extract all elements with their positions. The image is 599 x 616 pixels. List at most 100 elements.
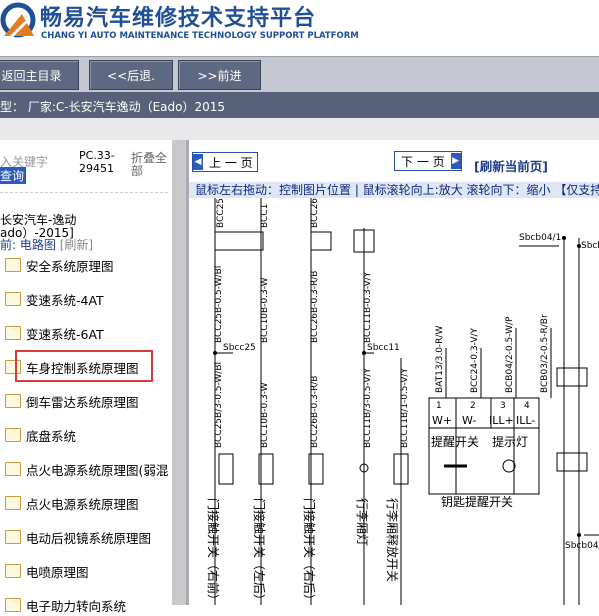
current-prefix: 前: — [0, 238, 20, 252]
switch-title: 钥匙提醒开关 — [441, 494, 513, 509]
back-button[interactable]: <<后退. — [89, 60, 173, 90]
door-switch-label: 门接触开关（右前） — [206, 498, 221, 605]
wire-label: BCC11B-0.3-V/Y — [363, 271, 373, 343]
tree-item-efi[interactable]: 电喷原理图 — [0, 560, 89, 582]
right-arrow-icon: ▶ — [450, 153, 461, 169]
forward-button[interactable]: >>前进 — [178, 60, 261, 90]
folder-icon — [5, 394, 21, 408]
tree-item-label: 点火电源系统原理图 — [26, 496, 139, 512]
tree-item-label: 底盘系统 — [26, 428, 77, 444]
folder-icon — [5, 530, 21, 544]
folder-icon — [5, 292, 21, 306]
folder-icon — [5, 462, 21, 476]
tree-item-label: 电动后视镜系统原理图 — [26, 530, 152, 546]
tree-item-ignition[interactable]: 点火电源系统原理图 — [0, 492, 139, 514]
folder-icon — [5, 258, 21, 272]
table-header: ILL+ — [489, 414, 514, 427]
left-arrow-icon: ◀ — [193, 154, 203, 170]
prev-page-label: 上 一 页 — [209, 155, 253, 170]
refresh-page-link[interactable]: [刷新当前页] — [474, 156, 548, 175]
door-switch-label: 门接触开关（左后） — [252, 498, 267, 605]
home-button[interactable]: 返回主目录 — [0, 60, 79, 90]
brand-title: 畅易汽车维修技术支持平台 — [40, 6, 317, 31]
tree-item-parking-radar[interactable]: 倒车雷达系统原理图 — [0, 390, 139, 412]
tree-item-power-mirror[interactable]: 电动后视镜系统原理图 — [0, 526, 151, 548]
top-label: BCC26 — [310, 198, 320, 228]
pin-number: 2 — [470, 401, 476, 411]
wire-label: BCC10B-0.3-W — [260, 277, 270, 343]
model-bar: 型： 厂家:C-长安汽车逸动（Eado）2015 — [0, 92, 599, 118]
viewer-hint: 鼠标左右拖动：控制图片位置 | 鼠标滚轮向上:放大 滚轮向下：缩小 【仅支持 — [189, 182, 599, 198]
tree-item-label: 点火电源系统原理图(弱混 — [26, 462, 169, 478]
table-header: ILL- — [516, 414, 535, 427]
splice-label: Sbcb04/1 — [565, 541, 599, 551]
tree-item-trans-4at[interactable]: 变速系统-4AT — [0, 288, 104, 310]
sidebar-divider — [0, 192, 168, 193]
wire-label-lower: BCC25B/3-0.5-W/Bl — [214, 362, 224, 448]
current-link[interactable]: 电路图 — [20, 238, 56, 252]
next-page-label: 下 一 页 — [401, 154, 445, 169]
folder-icon — [5, 428, 21, 442]
door-switch-label: 门接触开关（右后） — [302, 498, 317, 605]
wire-label: BAT13/3.0-R/W — [435, 326, 445, 393]
wire-label: BCC24-0.3-V/Y — [470, 327, 480, 393]
pin-number: 4 — [524, 401, 530, 411]
folder-icon — [5, 564, 21, 578]
tree-item-label: 变速系统-6AT — [26, 326, 104, 342]
part-label: 提示灯 — [492, 434, 528, 449]
nav-bar: 返回主目录 <<后退. >>前进 — [0, 56, 599, 93]
splice-label: Sbcc25 — [223, 343, 256, 353]
folder-icon — [5, 598, 21, 612]
brand-subtitle: CHANG YI AUTO MAINTENANCE TECHNOLOGY SUP… — [41, 31, 359, 41]
tree-item-ignition-mild-hybrid[interactable]: 点火电源系统原理图(弱混 — [0, 458, 168, 480]
table-header: W+ — [432, 414, 452, 427]
cr-logo-icon — [0, 2, 36, 40]
wire-label-lower: BCC11B/3-0.5-V/Y — [363, 368, 373, 448]
tree-item-label: 电喷原理图 — [26, 564, 89, 580]
splice-label: Sbcc11 — [367, 343, 400, 353]
current-location: 前: 电路图 [刷新] — [0, 236, 93, 253]
pin-number: 3 — [500, 401, 506, 411]
header: 畅易汽车维修技术支持平台 CHANG YI AUTO MAINTENANCE T… — [0, 0, 599, 56]
wire-label: BCC25B-0.5-W/Bl — [214, 266, 224, 343]
door-switch-label: 行李厢释放开关 — [385, 498, 400, 582]
tree-item-safety[interactable]: 安全系统原理图 — [0, 254, 114, 276]
pc-code-line1: PC.33- — [79, 149, 115, 162]
tree-item-label: 倒车雷达系统原理图 — [26, 394, 139, 410]
tree-item-label: 变速系统-4AT — [26, 292, 104, 308]
table-header: W- — [462, 414, 476, 427]
tree-item-label: 电子助力转向系统 — [26, 598, 127, 614]
pin-number: 1 — [436, 401, 442, 411]
toolbar-spacer — [0, 118, 599, 140]
circuit-svg: BCC25 BCC1 BCC26 BCC25B-0.5-W/Bl BCC10B-… — [206, 198, 599, 605]
circuit-diagram[interactable]: BCC25 BCC1 BCC26 BCC25B-0.5-W/Bl BCC10B-… — [189, 198, 599, 605]
door-switch-label: 行李厢灯 — [355, 498, 370, 546]
top-label: BCC1 — [260, 204, 270, 228]
folder-icon — [5, 326, 21, 340]
part-label: 提醒开关 — [431, 434, 479, 449]
sidebar-scrollbar[interactable] — [172, 140, 186, 605]
collapse-all-link-2[interactable]: 部 — [131, 162, 143, 179]
refresh-tree-link[interactable]: [刷新] — [60, 238, 93, 252]
tree-item-label: 安全系统原理图 — [26, 258, 114, 274]
wire-label: BCC26B-0.3-R/B — [310, 271, 320, 343]
wire-label-lower: BCC26B-0.3-R/B — [310, 376, 320, 448]
wire-label: BCB04/2-0.5-W/P — [505, 316, 515, 393]
next-page-button[interactable]: 下 一 页 ▶ — [394, 151, 462, 171]
splice-label: Sbcb04/1 — [519, 233, 561, 243]
top-label: BCC25 — [216, 198, 226, 228]
model-info: 型： 厂家:C-长安汽车逸动（Eado）2015 — [0, 100, 226, 114]
folder-icon — [5, 496, 21, 510]
pc-code-line2: 29451 — [79, 162, 114, 175]
tree-item-eps[interactable]: 电子助力转向系统 — [0, 594, 126, 616]
prev-page-button[interactable]: ◀ 上 一 页 — [192, 152, 258, 172]
splice-label: Sbcb — [581, 241, 599, 251]
wire-label-lower: BCC10B-0.3-W — [260, 382, 270, 448]
wire-label: BCB03/2-0.5-R/Br — [540, 314, 550, 393]
tree-item-trans-6at[interactable]: 变速系统-6AT — [0, 322, 104, 344]
wire-label-lower: BCC11B/1-0.5-V/Y — [400, 368, 410, 448]
query-button[interactable]: 查询 — [0, 167, 27, 184]
selection-highlight — [15, 350, 153, 382]
sidebar: 入关键字 查询 PC.33- 29451 折叠全 部 长安汽车-逸动 ado）-… — [0, 140, 172, 614]
tree-item-chassis[interactable]: 底盘系统 — [0, 424, 76, 446]
